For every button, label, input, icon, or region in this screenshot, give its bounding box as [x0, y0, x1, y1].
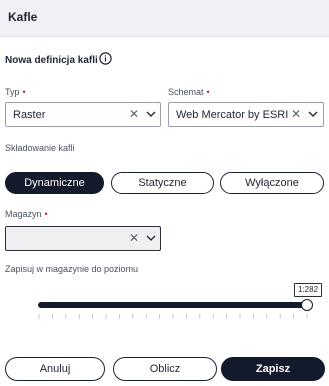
calculate-button[interactable]: Oblicz: [113, 357, 217, 381]
typ-select[interactable]: Raster ✕: [5, 102, 161, 127]
panel-header: Kafle: [0, 0, 329, 37]
schemat-label: Schemat •: [168, 87, 210, 97]
schemat-value: Web Mercator by ESRI: [176, 109, 288, 121]
close-icon[interactable]: ✕: [129, 231, 139, 245]
level-slider-thumb[interactable]: [301, 299, 313, 311]
save-button[interactable]: Zapisz: [221, 357, 325, 381]
schemat-select[interactable]: Web Mercator by ESRI ✕: [168, 102, 324, 127]
magazyn-select[interactable]: ✕: [5, 226, 161, 251]
chevron-down-icon[interactable]: [146, 111, 156, 118]
cancel-button[interactable]: Anuluj: [5, 357, 105, 381]
slider-ticks: [38, 314, 308, 319]
slider-tooltip: 1:282: [294, 283, 323, 297]
close-icon[interactable]: ✕: [129, 107, 139, 121]
storage-option-static[interactable]: Statyczne: [111, 172, 214, 194]
typ-value: Raster: [13, 109, 46, 121]
chevron-down-icon[interactable]: [146, 235, 156, 242]
storage-option-dynamic[interactable]: Dynamiczne: [5, 172, 104, 194]
chevron-down-icon[interactable]: [308, 111, 318, 118]
storage-label: Składowanie kafli: [5, 143, 75, 153]
storage-option-disabled[interactable]: Wyłączone: [220, 172, 324, 194]
magazyn-label: Magazyn •: [5, 209, 48, 219]
info-icon[interactable]: [99, 52, 112, 65]
close-icon[interactable]: ✕: [291, 107, 301, 121]
section-title: Nowa definicja kafli: [5, 55, 98, 66]
level-slider-track[interactable]: [38, 302, 308, 308]
panel-title: Kafle: [8, 10, 38, 24]
typ-label: Typ •: [5, 87, 26, 97]
level-label: Zapisuj w magazynie do poziomu: [5, 264, 139, 274]
